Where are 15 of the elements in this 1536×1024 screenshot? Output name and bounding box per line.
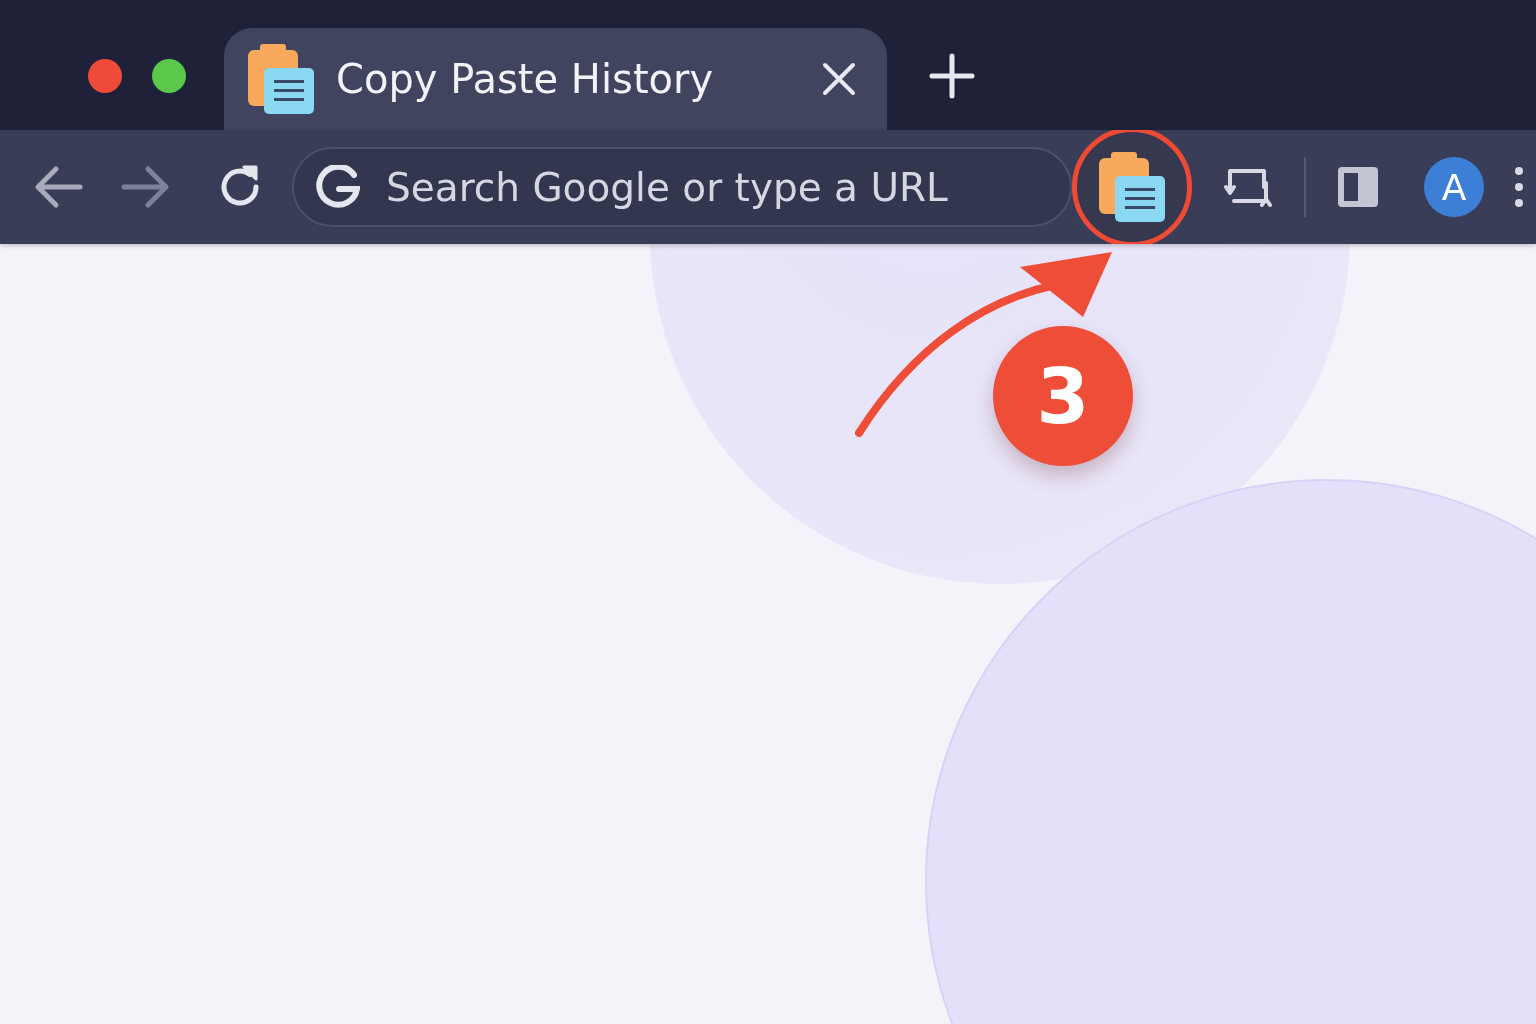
window-button[interactable] — [88, 59, 122, 93]
browser-tab[interactable]: Copy Paste History — [224, 28, 887, 130]
search-engine-icon — [316, 165, 360, 209]
address-bar[interactable]: Search Google or type a URL — [292, 147, 1072, 227]
profile-avatar[interactable]: A — [1424, 157, 1484, 217]
tab-title: Copy Paste History — [336, 56, 715, 102]
side-panel-icon[interactable] — [1336, 165, 1380, 209]
close-icon[interactable] — [821, 61, 857, 97]
menu-icon[interactable] — [1514, 165, 1524, 209]
forward-arrow-icon[interactable] — [120, 165, 170, 209]
window-button[interactable] — [152, 59, 186, 93]
clipboard-icon — [246, 42, 316, 116]
clipboard-icon — [1097, 150, 1167, 224]
new-tab-icon[interactable] — [929, 53, 975, 99]
back-arrow-icon[interactable] — [34, 165, 84, 209]
